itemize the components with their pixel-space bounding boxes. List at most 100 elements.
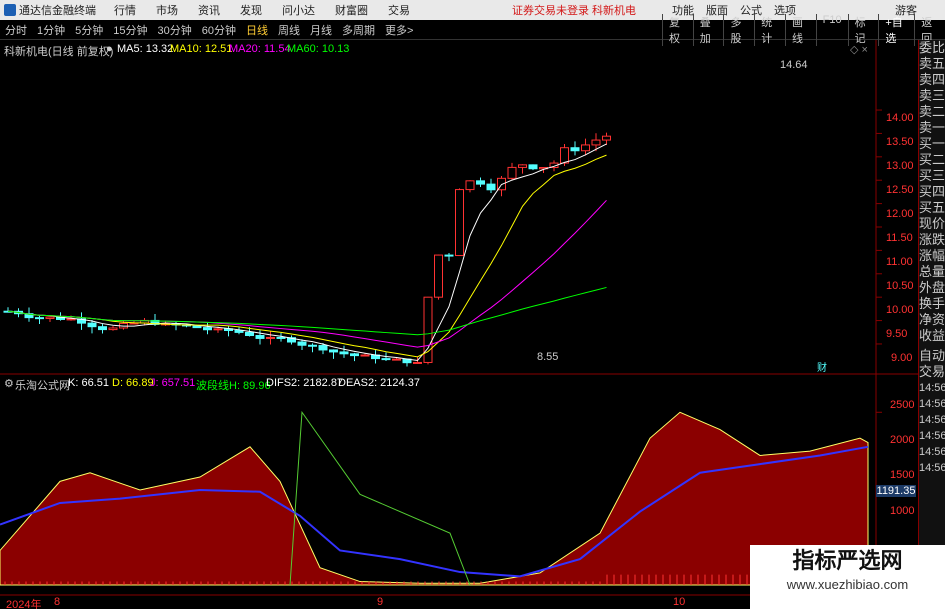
candle-body <box>45 316 55 319</box>
ma10-label: MA10: 12.51 <box>170 43 233 55</box>
indicator-name[interactable]: 乐淘公式网 <box>15 377 70 393</box>
ma5-label: MA5: 13.32 <box>117 43 174 55</box>
ma20-label: MA20: 11.54 <box>229 43 291 55</box>
j-value: J: 657.51 <box>150 377 196 389</box>
indicator-icon[interactable]: ⚙ <box>4 377 14 390</box>
sub-y-tick: 1500 <box>890 469 915 481</box>
wave-value: 波段线H: 89.96 <box>196 380 271 392</box>
indicator-area <box>0 411 869 586</box>
sidebar-item-ask1[interactable]: 卖一 <box>919 120 945 136</box>
ma5-line <box>7 143 607 361</box>
y-tick-label: 14.00 <box>886 112 914 124</box>
candle-body <box>297 341 307 346</box>
y-tick-label: 9.00 <box>891 352 913 364</box>
candle-body <box>381 358 391 361</box>
chart-canvas[interactable] <box>0 0 945 609</box>
y-tick-label: 12.50 <box>886 184 914 196</box>
deas-value: DEAS2: 2124.37 <box>338 377 420 389</box>
sidebar-item-bid3[interactable]: 买三 <box>919 168 945 184</box>
candle-body <box>329 349 338 353</box>
sidebar-trade[interactable]: 交易 <box>919 364 945 380</box>
difs-value: DIFS2: 2182.87 <box>266 377 344 389</box>
sidebar-item-ratio[interactable]: 委比 <box>919 40 945 56</box>
wave-line <box>289 410 471 586</box>
ma-toggle-icon[interactable]: ● <box>106 43 113 55</box>
candle-body <box>276 336 286 339</box>
sidebar-time: 14:56 <box>919 382 945 394</box>
k-value: K: 66.51 <box>68 377 109 389</box>
sidebar-item-bid4[interactable]: 买四 <box>919 184 945 200</box>
sidebar-item-ask4[interactable]: 卖四 <box>919 72 945 88</box>
sidebar-item-ask5[interactable]: 卖五 <box>919 56 945 72</box>
y-tick-label: 12.00 <box>886 208 914 220</box>
candle-body <box>413 361 422 364</box>
candle-body <box>308 344 317 347</box>
sidebar-item-outer[interactable]: 外盘 <box>919 280 945 296</box>
candle-body <box>360 354 370 357</box>
d-value: D: 66.89 <box>112 377 154 389</box>
y-tick-label: 13.00 <box>886 160 914 172</box>
ma60-line <box>7 286 607 336</box>
candle-body <box>507 166 517 179</box>
y-tick-label: 13.50 <box>886 136 914 148</box>
sidebar-item-price[interactable]: 现价 <box>919 216 945 232</box>
candle-body <box>570 147 580 152</box>
y-tick-label: 11.00 <box>886 256 913 268</box>
ma60-label: MA60: 10.13 <box>287 43 350 55</box>
x-month-10: 10 <box>673 596 686 608</box>
sidebar-item-netasset[interactable]: 净资 <box>919 312 945 328</box>
sub-y-tick: 1000 <box>890 505 915 517</box>
sidebar-item-volume[interactable]: 总量 <box>919 264 945 280</box>
candle-body <box>476 180 485 185</box>
candle-body <box>339 351 349 355</box>
candle-body <box>444 254 454 257</box>
sidebar-auto[interactable]: 自动 <box>919 348 945 364</box>
candle-body <box>602 135 611 141</box>
candle-body <box>455 189 464 257</box>
low-price-label: 8.55 <box>537 351 559 363</box>
finance-marker[interactable]: 财 <box>817 359 827 374</box>
candle-body <box>266 336 275 339</box>
candle-body <box>560 147 569 164</box>
sidebar-item-pct[interactable]: 涨幅 <box>919 248 945 264</box>
ma20-line <box>7 199 607 348</box>
candle-body <box>255 335 265 339</box>
candle-body <box>528 164 538 170</box>
sidebar-item-earnings[interactable]: 收益 <box>919 328 945 344</box>
x-month-8: 8 <box>54 596 61 608</box>
candle-body <box>213 328 223 331</box>
sidebar-time: 14:56 <box>919 446 945 458</box>
sidebar-item-ask3[interactable]: 卖三 <box>919 88 945 104</box>
sidebar-item-turnover[interactable]: 换手 <box>919 296 945 312</box>
candle-body <box>434 254 443 298</box>
stock-title: 科新机电(日线 前复权) <box>4 46 114 58</box>
sidebar-item-bid1[interactable]: 买一 <box>919 136 945 152</box>
candle-body <box>35 317 44 320</box>
sidebar-item-ask2[interactable]: 卖二 <box>919 104 945 120</box>
candle-body <box>245 331 254 337</box>
diamond-icon[interactable]: ◇ × <box>850 43 868 56</box>
quote-sidebar: 委比 卖五 卖四 卖三 卖二 卖一 买一 买二 买三 买四 买五 现价 涨跌 涨… <box>918 40 945 609</box>
x-year-label: 2024年 <box>6 599 42 609</box>
candle-body <box>392 358 401 361</box>
watermark-title: 指标严选网 <box>792 548 903 573</box>
sidebar-time: 14:56 <box>919 398 945 410</box>
x-month-9: 9 <box>377 596 384 608</box>
candle-body <box>87 322 97 328</box>
y-tick-label: 10.50 <box>886 280 914 292</box>
main-price-pane <box>3 109 882 367</box>
sidebar-time: 14:56 <box>919 430 945 442</box>
candle-body <box>486 183 496 191</box>
sidebar-item-bid2[interactable]: 买二 <box>919 152 945 168</box>
sidebar-item-bid5[interactable]: 买五 <box>919 200 945 216</box>
watermark: 指标严选网 www.xuezhibiao.com <box>750 545 945 609</box>
sub-y-tick: 2000 <box>890 434 915 446</box>
sub-y-tick: 2500 <box>890 399 915 411</box>
sidebar-item-change[interactable]: 涨跌 <box>919 232 945 248</box>
sidebar-time: 14:56 <box>919 462 945 474</box>
candle-body <box>591 139 601 146</box>
candle-body <box>350 353 359 357</box>
y-tick-label: 10.00 <box>886 304 914 316</box>
watermark-url: www.xuezhibiao.com <box>786 577 909 592</box>
candle-body <box>98 326 107 331</box>
